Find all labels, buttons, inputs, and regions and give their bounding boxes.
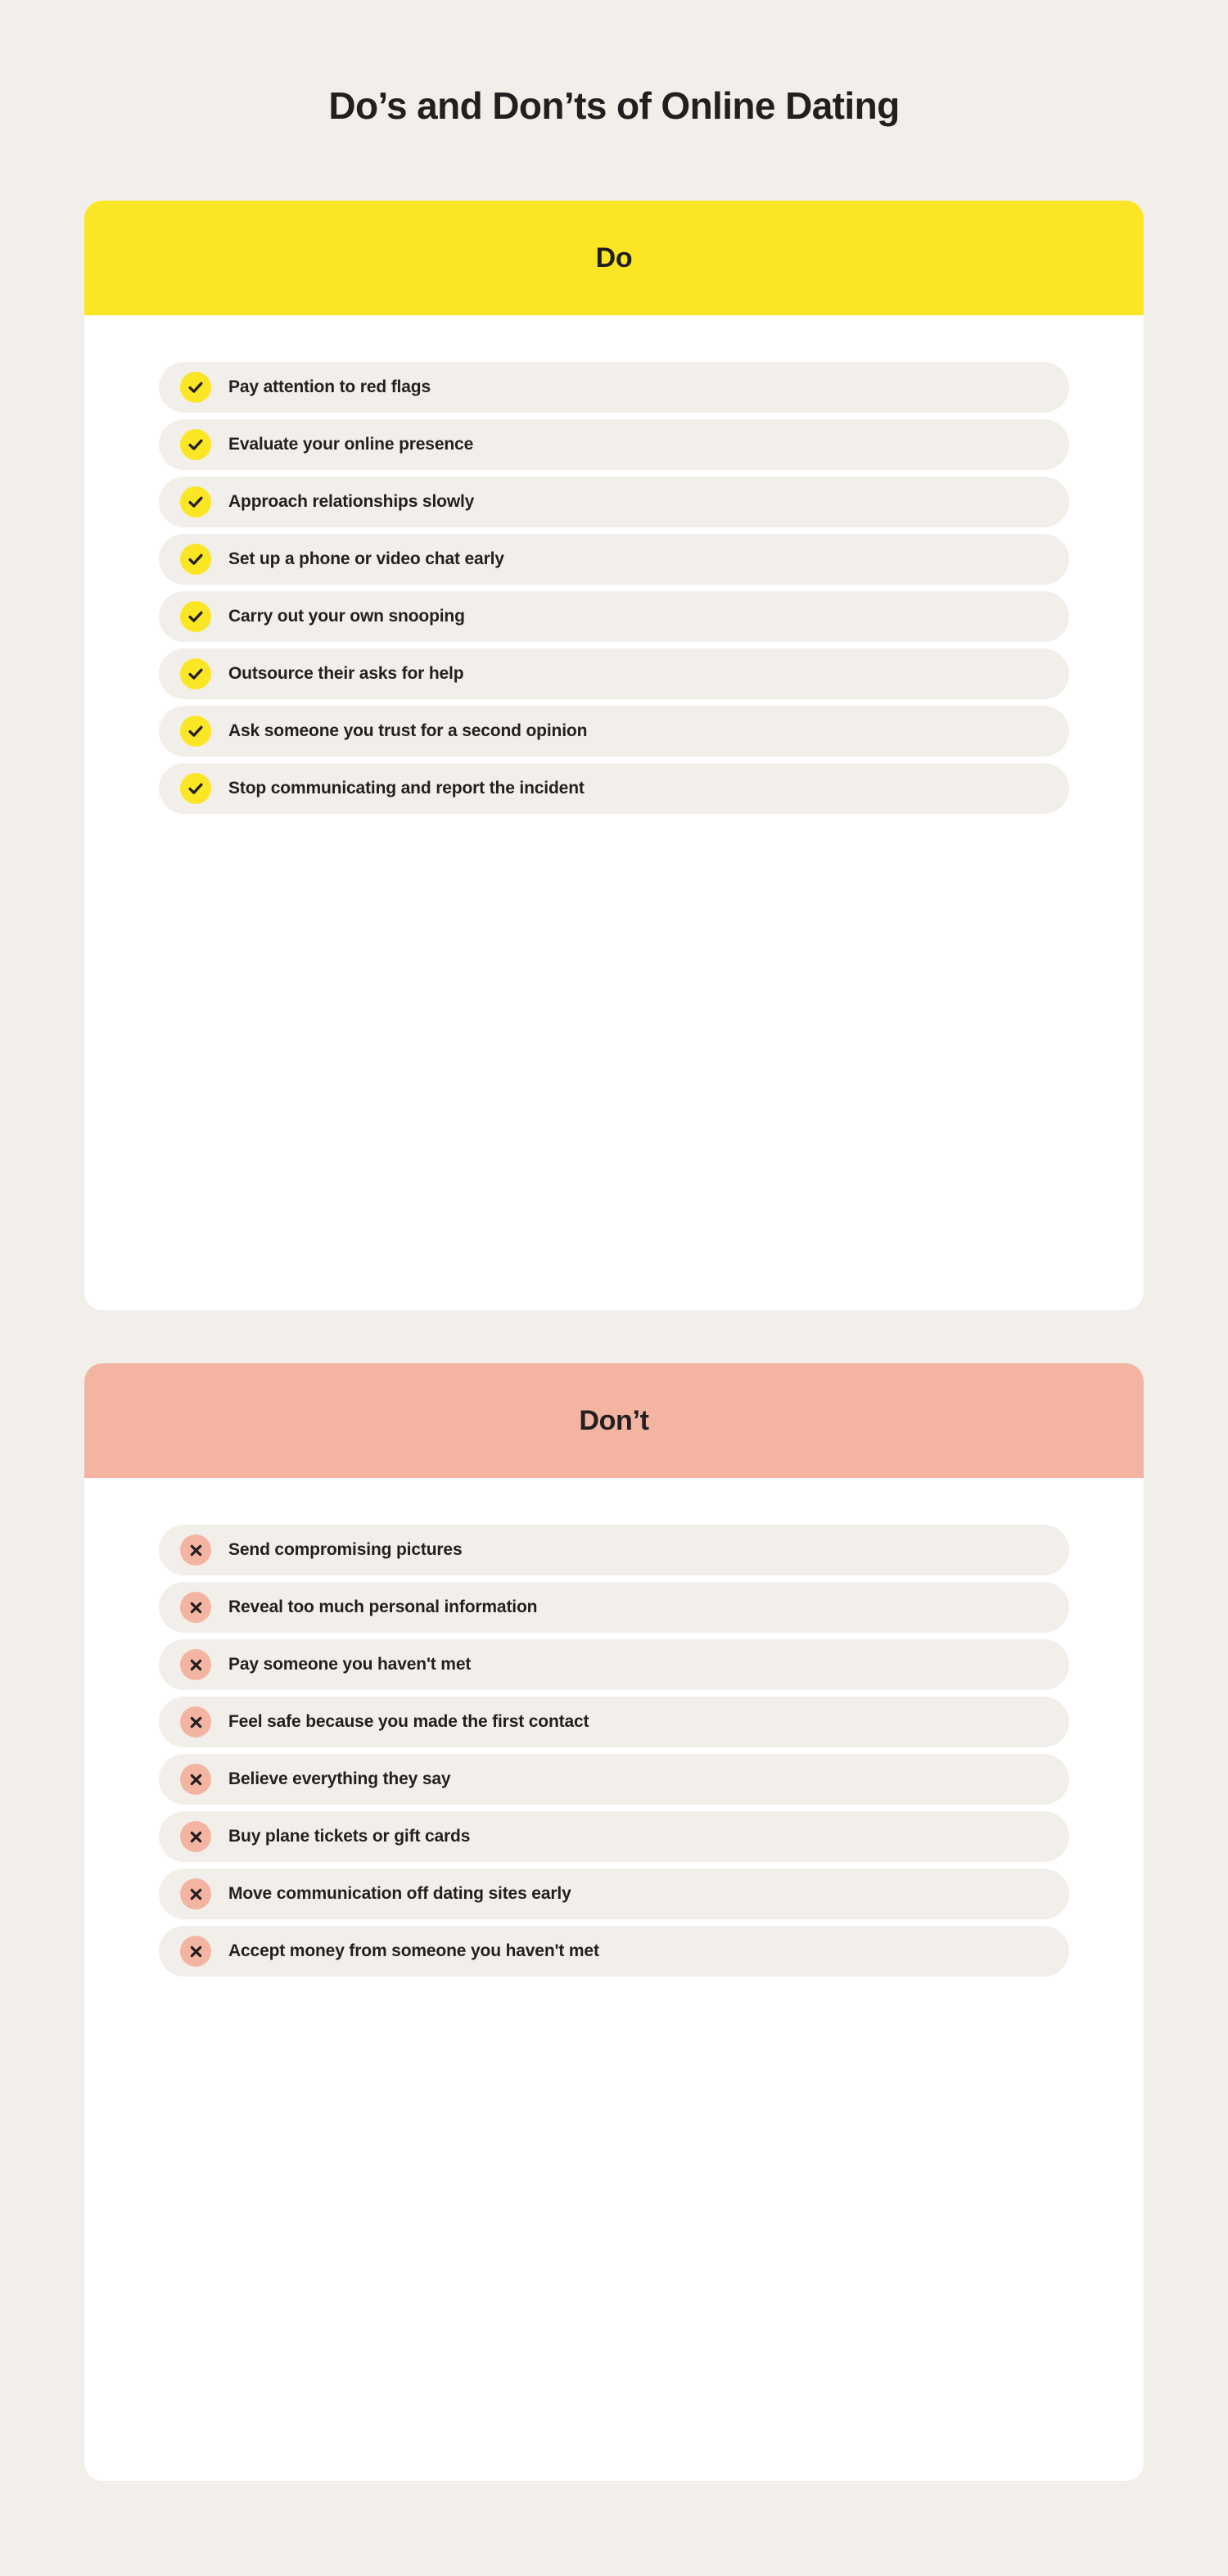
check-icon	[180, 716, 211, 747]
list-item-label: Evaluate your online presence	[228, 435, 474, 454]
check-icon	[180, 544, 211, 575]
list-item[interactable]: Buy plane tickets or gift cards	[159, 1811, 1069, 1862]
list-item-label: Pay attention to red flags	[228, 377, 431, 396]
dont-card-body: Send compromising pictures Reveal too mu…	[84, 1478, 1144, 1977]
list-item[interactable]: Accept money from someone you haven't me…	[159, 1926, 1069, 1977]
dont-card-header: Don’t	[84, 1363, 1144, 1478]
list-item-label: Outsource their asks for help	[228, 664, 464, 683]
list-item-label: Stop communicating and report the incide…	[228, 779, 585, 798]
cross-icon	[180, 1821, 211, 1852]
cross-icon	[180, 1878, 211, 1909]
list-item[interactable]: Reveal too much personal information	[159, 1582, 1069, 1633]
list-item[interactable]: Ask someone you trust for a second opini…	[159, 706, 1069, 757]
list-item-label: Send compromising pictures	[228, 1540, 463, 1559]
list-item[interactable]: Pay attention to red flags	[159, 362, 1069, 413]
list-item-label: Pay someone you haven't met	[228, 1655, 472, 1674]
do-card-heading-label: Do	[595, 242, 633, 273]
list-item[interactable]: Approach relationships slowly	[159, 477, 1069, 527]
cross-icon	[180, 1706, 211, 1738]
list-item-label: Reveal too much personal information	[228, 1598, 538, 1616]
list-item-label: Ask someone you trust for a second opini…	[228, 721, 588, 740]
list-item[interactable]: Believe everything they say	[159, 1754, 1069, 1805]
check-icon	[180, 429, 211, 460]
list-item[interactable]: Set up a phone or video chat early	[159, 534, 1069, 585]
list-item-label: Approach relationships slowly	[228, 492, 475, 511]
infographic-page: Do’s and Don’ts of Online Dating Do Pay …	[0, 0, 1228, 2576]
dont-card-heading-label: Don’t	[579, 1404, 649, 1436]
list-item[interactable]: Evaluate your online presence	[159, 419, 1069, 470]
check-icon	[180, 773, 211, 804]
cross-icon	[180, 1649, 211, 1680]
check-icon	[180, 486, 211, 517]
list-item-label: Move communication off dating sites earl…	[228, 1884, 571, 1903]
list-item[interactable]: Feel safe because you made the first con…	[159, 1697, 1069, 1747]
do-card-header: Do	[84, 201, 1144, 315]
list-item[interactable]: Stop communicating and report the incide…	[159, 763, 1069, 814]
do-card-body: Pay attention to red flags Evaluate your…	[84, 315, 1144, 814]
list-item-label: Accept money from someone you haven't me…	[228, 1941, 599, 1960]
cross-icon	[180, 1592, 211, 1623]
check-icon	[180, 372, 211, 403]
list-item-label: Buy plane tickets or gift cards	[228, 1827, 471, 1846]
check-icon	[180, 658, 211, 689]
check-icon	[180, 601, 211, 632]
list-item[interactable]: Send compromising pictures	[159, 1525, 1069, 1575]
list-item[interactable]: Carry out your own snooping	[159, 591, 1069, 642]
cross-icon	[180, 1534, 211, 1566]
list-item-label: Feel safe because you made the first con…	[228, 1712, 589, 1731]
cross-icon	[180, 1764, 211, 1795]
list-item-label: Believe everything they say	[228, 1769, 451, 1788]
list-item[interactable]: Outsource their asks for help	[159, 649, 1069, 699]
dont-card: Don’t Send compromising pictures Reveal …	[84, 1363, 1144, 2481]
page-title: Do’s and Don’ts of Online Dating	[328, 84, 900, 127]
list-item-label: Set up a phone or video chat early	[228, 549, 504, 568]
list-item[interactable]: Pay someone you haven't met	[159, 1639, 1069, 1690]
do-card: Do Pay attention to red flags Evaluate y…	[84, 201, 1144, 1310]
cross-icon	[180, 1936, 211, 1967]
list-item[interactable]: Move communication off dating sites earl…	[159, 1869, 1069, 1919]
list-item-label: Carry out your own snooping	[228, 607, 465, 626]
